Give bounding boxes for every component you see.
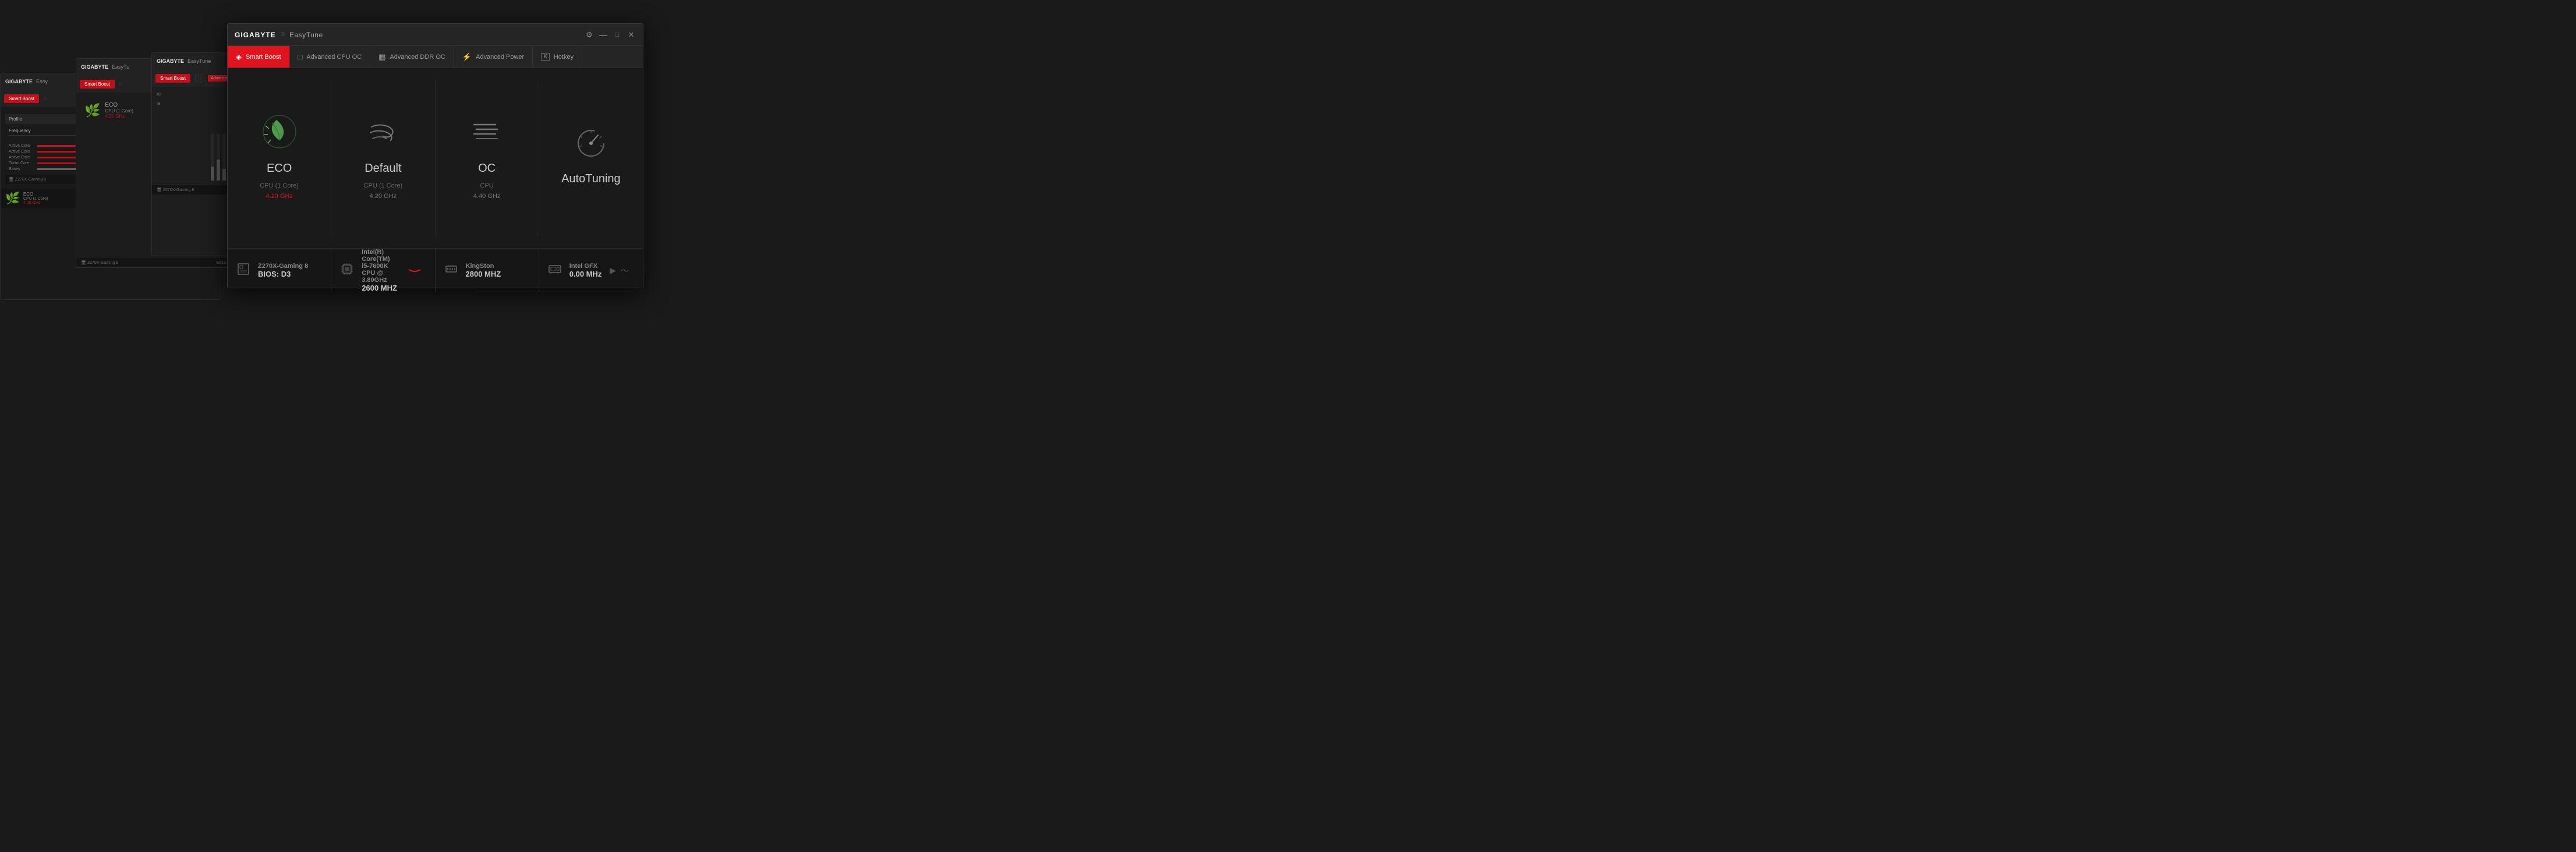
bg-profile-label: Profile (9, 116, 22, 122)
oc-detail: CPU 4.40 GHz (473, 181, 500, 201)
mode-grid: ECO CPU (1 Core) 4.20 GHz Default (228, 68, 643, 248)
mb-label: Z270X-Gaming 8 (258, 263, 308, 270)
oc-name: OC (478, 162, 496, 175)
tab-smart-boost[interactable]: ◈ Smart Boost (228, 46, 290, 68)
title-brand: GIGABYTE ® EasyTune (235, 31, 323, 39)
easytune-label: EasyTune (289, 31, 323, 39)
mb-text: Z270X-Gaming 8 BIOS: D3 (258, 263, 308, 278)
oc-icon (469, 114, 504, 155)
cpu-icon (341, 263, 355, 279)
tab-bar: ◈ Smart Boost □ Advanced CPU OC ▦ Advanc… (228, 46, 643, 68)
hotkey-icon: K (541, 53, 550, 61)
bg-status-3: 🖥 Z270X-Gaming 8 BIOS: D3 (76, 258, 238, 267)
default-detail: CPU (1 Core) 4.20 GHz (364, 181, 403, 201)
status-cpu: Intel(R) Core(TM) i5-7600K CPU @ 3.80GHz… (331, 249, 435, 292)
maximize-button[interactable]: □ (613, 30, 622, 40)
bg-tab-smartboost-3: Smart Boost (80, 80, 115, 89)
power-icon: ⚡ (462, 52, 472, 62)
cpu-value: 2600 MHZ (362, 284, 398, 292)
tab-advanced-ddr-oc[interactable]: ▦ Advanced DDR OC (370, 46, 454, 68)
settings-button[interactable]: ⚙ (585, 30, 594, 40)
status-mb: Z270X-Gaming 8 BIOS: D3 (228, 249, 331, 292)
mb-value: BIOS: D3 (258, 270, 308, 278)
status-ram: KingSton 2800 MHZ (436, 249, 539, 292)
minimize-button[interactable]: — (599, 30, 608, 40)
mb-icon (237, 263, 251, 279)
main-window: GIGABYTE ® EasyTune ⚙ — □ ✕ ◈ Smart Boos… (227, 23, 643, 288)
tab-power-label: Advanced Power (476, 54, 524, 61)
cpu-arrow-icon (406, 266, 423, 273)
ram-value: 2800 MHZ (466, 270, 501, 278)
default-name: Default (365, 162, 401, 175)
cpu-oc-icon: □ (298, 52, 303, 61)
title-controls: ⚙ — □ ✕ (585, 30, 636, 40)
tab-hotkey[interactable]: K Hotkey (533, 46, 582, 68)
ddr-oc-icon: ▦ (378, 52, 385, 62)
status-gfx: Intel GFX 0.00 MHz ▶ 〜 (539, 249, 643, 292)
gauge-icon (574, 125, 608, 165)
close-button[interactable]: ✕ (627, 30, 636, 40)
ram-icon (445, 263, 459, 279)
cpu-label: Intel(R) Core(TM) i5-7600K CPU @ 3.80GHz (362, 249, 398, 284)
ram-label: KingSton (466, 263, 501, 270)
cpu-text: Intel(R) Core(TM) i5-7600K CPU @ 3.80GHz… (362, 249, 398, 292)
mode-oc[interactable]: OC CPU 4.40 GHz (436, 80, 539, 236)
status-bar: Z270X-Gaming 8 BIOS: D3 (228, 248, 643, 288)
gfx-value: 0.00 MHz (569, 270, 602, 278)
gfx-text: Intel GFX 0.00 MHz (569, 263, 602, 278)
bg-tab-smartboost-4: Smart Boost (4, 94, 39, 103)
wind-icon (366, 114, 401, 155)
tab-advanced-cpu-oc[interactable]: □ Advanced CPU OC (290, 46, 371, 68)
status-controls: ▶ 〜 (610, 265, 634, 277)
tab-hotkey-label: Hotkey (554, 54, 574, 61)
mode-eco[interactable]: ECO CPU (1 Core) 4.20 GHz (228, 80, 331, 236)
smart-boost-icon: ◈ (236, 52, 242, 62)
tab-smart-boost-label: Smart Boost (246, 54, 281, 61)
gfx-icon (549, 263, 562, 279)
mode-autotuning[interactable]: AutoTuning (539, 80, 643, 236)
tab-cpu-oc-label: Advanced CPU OC (306, 54, 362, 61)
gfx-label: Intel GFX (569, 263, 602, 270)
ram-text: KingSton 2800 MHZ (466, 263, 501, 278)
bg-brand-4: GIGABYTE (5, 79, 33, 84)
wave-btn[interactable]: 〜 (621, 265, 629, 277)
tab-advanced-power[interactable]: ⚡ Advanced Power (454, 46, 533, 68)
gigabyte-logo: GIGABYTE (235, 31, 276, 39)
play-btn[interactable]: ▶ (610, 266, 616, 275)
autotuning-name: AutoTuning (561, 172, 621, 186)
bg-appname-4: Easy (36, 79, 48, 84)
eco-name: ECO (267, 162, 292, 175)
eco-detail: CPU (1 Core) 4.20 GHz (260, 181, 299, 201)
tab-ddr-oc-label: Advanced DDR OC (390, 54, 445, 61)
title-bar: GIGABYTE ® EasyTune ⚙ — □ ✕ (228, 24, 643, 46)
mode-default[interactable]: Default CPU (1 Core) 4.20 GHz (331, 80, 435, 236)
eco-icon (262, 114, 297, 155)
main-content: ECO CPU (1 Core) 4.20 GHz Default (228, 68, 643, 288)
